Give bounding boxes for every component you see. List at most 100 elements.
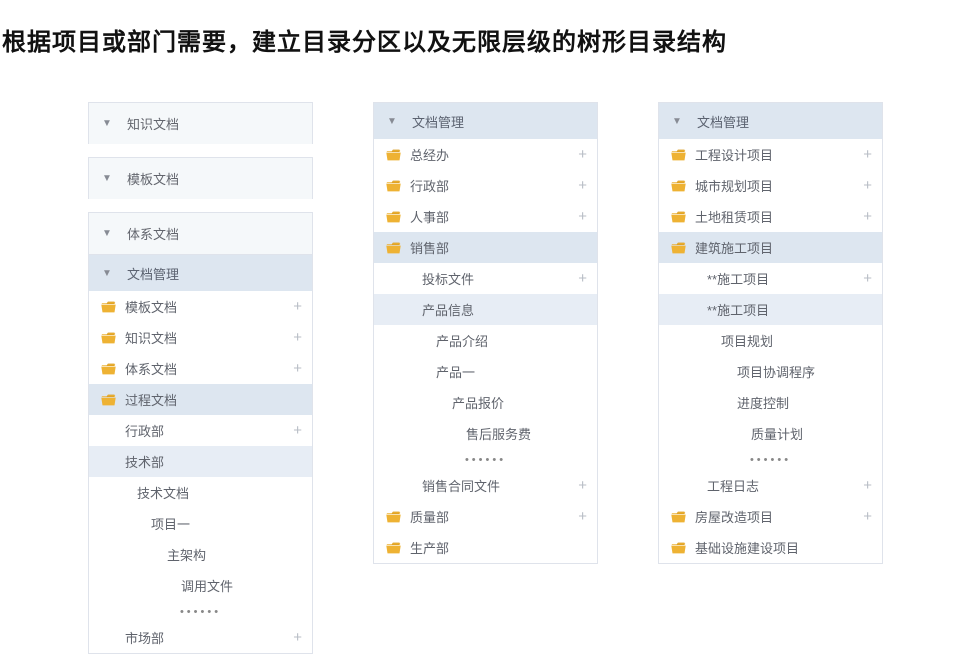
tree-item[interactable]: 工程设计项目 + bbox=[659, 139, 882, 170]
tree-item[interactable]: 工程日志+ bbox=[659, 470, 882, 501]
tree-item-label: 人事部 bbox=[410, 207, 449, 226]
tree-item-label: 项目一 bbox=[151, 514, 190, 533]
folder-icon bbox=[101, 332, 116, 344]
tree-item[interactable]: 人事部 + bbox=[374, 201, 597, 232]
tree-item[interactable]: 房屋改造项目 + bbox=[659, 501, 882, 532]
plus-icon[interactable]: + bbox=[293, 298, 302, 315]
plus-icon[interactable]: + bbox=[863, 270, 872, 287]
tree-item-label: 过程文档 bbox=[125, 390, 177, 409]
plus-icon[interactable]: + bbox=[578, 508, 587, 525]
tree-item[interactable]: 总经办+ bbox=[374, 139, 597, 170]
tree-item-label: 产品介绍 bbox=[436, 331, 488, 350]
tree-item[interactable]: **施工项目 bbox=[659, 294, 882, 325]
tree-item[interactable]: 行政部 + bbox=[374, 170, 597, 201]
tree-item[interactable]: 基础设施建设项目 bbox=[659, 532, 882, 563]
folder-icon bbox=[101, 363, 116, 375]
tree-item[interactable]: 调用文件 bbox=[89, 570, 312, 601]
plus-icon[interactable]: + bbox=[863, 177, 872, 194]
tree-section-label: 体系文档 bbox=[127, 224, 179, 243]
ellipsis: •••••• bbox=[374, 449, 597, 470]
tree-item[interactable]: 售后服务费 bbox=[374, 418, 597, 449]
plus-icon[interactable]: + bbox=[293, 629, 302, 646]
tree-header-label: 文档管理 bbox=[127, 264, 179, 283]
tree-item-label: 销售合同文件 bbox=[422, 476, 500, 495]
tree-item[interactable]: 项目协调程序 bbox=[659, 356, 882, 387]
tree-item-label: 工程设计项目 bbox=[695, 145, 773, 164]
tree-item[interactable]: 投标文件+ bbox=[374, 263, 597, 294]
folder-icon bbox=[386, 149, 401, 161]
tree-item-label: 销售部 bbox=[410, 238, 449, 257]
tree-item[interactable]: 模板文档+ bbox=[89, 291, 312, 322]
tree-item[interactable]: 项目规划 bbox=[659, 325, 882, 356]
tree-item[interactable]: 项目一 bbox=[89, 508, 312, 539]
tree-item-label: 技术文档 bbox=[137, 483, 189, 502]
tree-item-label: 行政部 bbox=[125, 421, 164, 440]
plus-icon[interactable]: + bbox=[863, 208, 872, 225]
tree-item[interactable]: 产品报价 bbox=[374, 387, 597, 418]
tree-item[interactable]: 技术部 bbox=[89, 446, 312, 477]
plus-icon[interactable]: + bbox=[293, 360, 302, 377]
folder-icon bbox=[386, 242, 401, 254]
plus-icon[interactable]: + bbox=[578, 177, 587, 194]
tree-item[interactable]: 销售合同文件 + bbox=[374, 470, 597, 501]
tree-item-label: 进度控制 bbox=[737, 393, 789, 412]
plus-icon[interactable]: + bbox=[578, 270, 587, 287]
plus-icon[interactable]: + bbox=[578, 208, 587, 225]
plus-icon[interactable]: + bbox=[578, 146, 587, 163]
plus-icon[interactable]: + bbox=[863, 477, 872, 494]
tree-item[interactable]: 技术文档 bbox=[89, 477, 312, 508]
plus-icon[interactable]: + bbox=[863, 146, 872, 163]
tree-item[interactable]: 销售部 bbox=[374, 232, 597, 263]
tree-item-label: 体系文档 bbox=[125, 359, 177, 378]
tree-header[interactable]: ▼文档管理 bbox=[89, 255, 312, 291]
folder-icon bbox=[671, 149, 686, 161]
tree-item[interactable]: 生产部 bbox=[374, 532, 597, 563]
tree-item-label: 技术部 bbox=[125, 452, 164, 471]
tree-item-label: 市场部 bbox=[125, 628, 164, 647]
folder-icon bbox=[386, 511, 401, 523]
tree-item[interactable]: 体系文档 + bbox=[89, 353, 312, 384]
tree-item[interactable]: 过程文档 bbox=[89, 384, 312, 415]
tree-item[interactable]: 城市规划项目+ bbox=[659, 170, 882, 201]
tree-item[interactable]: **施工项目+ bbox=[659, 263, 882, 294]
tree-item-label: 产品信息 bbox=[422, 300, 474, 319]
tree-item-label: **施工项目 bbox=[707, 300, 769, 319]
folder-icon bbox=[671, 511, 686, 523]
tree-item-label: 房屋改造项目 bbox=[695, 507, 773, 526]
tree-item[interactable]: 主架构 bbox=[89, 539, 312, 570]
folder-icon bbox=[671, 180, 686, 192]
tree-item[interactable]: 质量部 + bbox=[374, 501, 597, 532]
tree-item-label: 土地租赁项目 bbox=[695, 207, 773, 226]
plus-icon[interactable]: + bbox=[293, 422, 302, 439]
tree-item[interactable]: 知识文档+ bbox=[89, 322, 312, 353]
plus-icon[interactable]: + bbox=[863, 508, 872, 525]
tree-section-label: 模板文档 bbox=[127, 169, 179, 188]
tree-item-label: 质量部 bbox=[410, 507, 449, 526]
tree-item[interactable]: 市场部 + bbox=[89, 622, 312, 653]
tree-header[interactable]: ▼ 文档管理 bbox=[374, 103, 597, 139]
tree-item[interactable]: 质量计划 bbox=[659, 418, 882, 449]
tree-item[interactable]: 产品一 bbox=[374, 356, 597, 387]
plus-icon[interactable]: + bbox=[293, 329, 302, 346]
tree-header-label: 文档管理 bbox=[412, 112, 464, 131]
tree-item[interactable]: 行政部 + bbox=[89, 415, 312, 446]
tree-section[interactable]: ▼ 体系文档 bbox=[88, 212, 313, 254]
folder-icon bbox=[671, 211, 686, 223]
tree-item[interactable]: 产品介绍 bbox=[374, 325, 597, 356]
tree-item-label: 行政部 bbox=[410, 176, 449, 195]
tree-section[interactable]: ▼知识文档 bbox=[88, 102, 313, 144]
tree-item[interactable]: 产品信息 bbox=[374, 294, 597, 325]
plus-icon[interactable]: + bbox=[578, 477, 587, 494]
panel-mid: ▼ 文档管理总经办+ 行政部 + 人事部 + 销售部投标文件+ 产品信息产品介绍产品一产品报价… bbox=[373, 102, 598, 564]
tree-item-label: 建筑施工项目 bbox=[695, 238, 773, 257]
tree-item[interactable]: 进度控制 bbox=[659, 387, 882, 418]
tree-section[interactable]: ▼模板文档 bbox=[88, 157, 313, 199]
tree-item-label: 产品一 bbox=[436, 362, 475, 381]
caret-icon: ▼ bbox=[387, 116, 397, 127]
tree-header[interactable]: ▼文档管理 bbox=[659, 103, 882, 139]
tree-item-label: 售后服务费 bbox=[466, 424, 531, 443]
tree-item[interactable]: 土地租赁项目 + bbox=[659, 201, 882, 232]
tree-item[interactable]: 建筑施工项目 bbox=[659, 232, 882, 263]
caret-icon: ▼ bbox=[102, 228, 112, 239]
tree-item-label: 调用文件 bbox=[181, 576, 233, 595]
